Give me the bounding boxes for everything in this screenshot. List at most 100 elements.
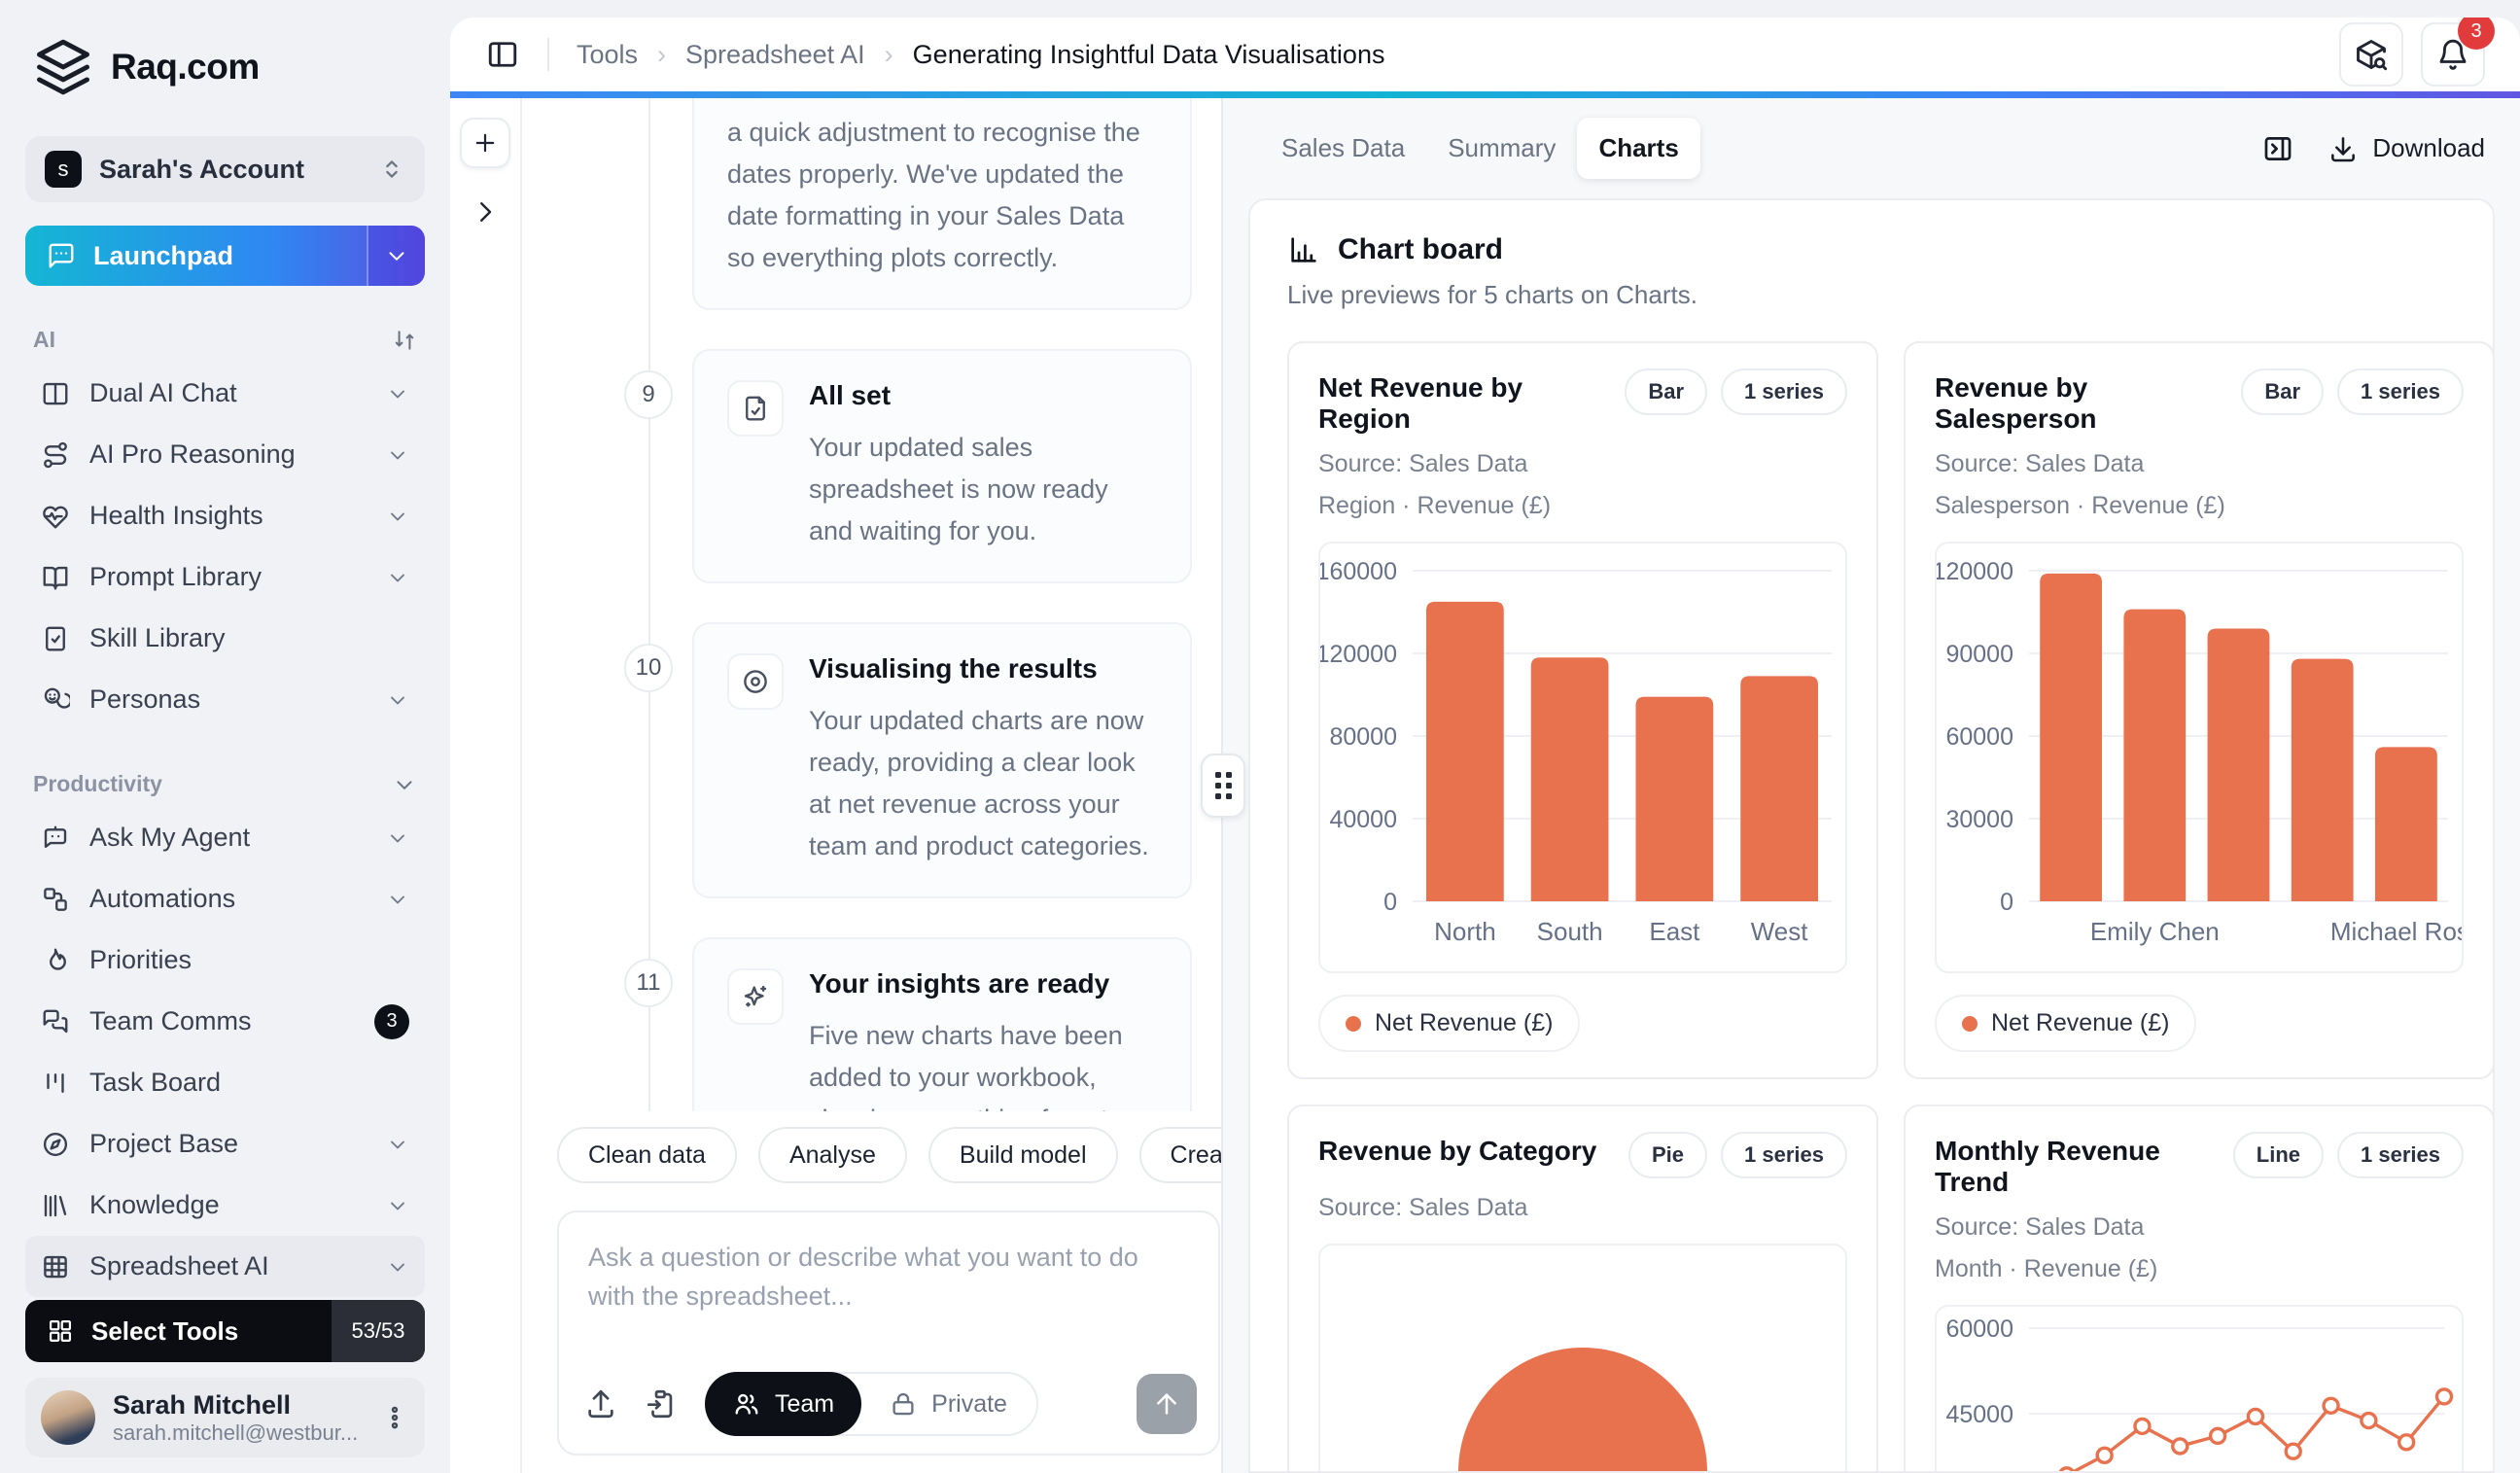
clean-data-button[interactable]: Clean data: [557, 1127, 737, 1183]
svg-text:West: West: [1751, 917, 1809, 946]
message-square-dots-icon: [47, 241, 76, 270]
notification-count-badge: 3: [2458, 18, 2495, 50]
sidebar-item-skill-library[interactable]: Skill Library: [25, 608, 425, 669]
analyse-button[interactable]: Analyse: [758, 1127, 907, 1183]
download-icon: [2328, 133, 2359, 164]
chevron-down-icon: [386, 1255, 409, 1279]
table-icon: [41, 1252, 70, 1281]
svg-text:0: 0: [2000, 889, 2013, 916]
message-body: Five new charts have been added to your …: [809, 1015, 1157, 1111]
tab-sales-data[interactable]: Sales Data: [1260, 118, 1426, 179]
collapse-panel-button[interactable]: [2261, 132, 2294, 165]
chart-card-revenue-by-salesperson[interactable]: Revenue by Salesperson Bar 1 series Sour…: [1904, 341, 2495, 1079]
chart-source: Source: Sales Data: [1935, 450, 2464, 478]
composer-input[interactable]: Ask a question or describe what you want…: [559, 1212, 1218, 1358]
private-toggle-option[interactable]: Private: [859, 1389, 1036, 1419]
arrow-up-icon: [1151, 1388, 1182, 1420]
account-switcher[interactable]: s Sarah's Account: [25, 136, 425, 202]
expand-rail-button[interactable]: [471, 197, 500, 227]
chart-legend: Net Revenue (£): [1318, 995, 1580, 1052]
svg-text:North: North: [1434, 917, 1496, 946]
launchpad-expand-button[interactable]: [367, 226, 425, 286]
upload-button[interactable]: [584, 1387, 617, 1420]
chart-card-monthly-revenue-trend[interactable]: Monthly Revenue Trend Line 1 series Sour…: [1904, 1105, 2495, 1473]
pie-graphic: [1458, 1348, 1707, 1473]
divider: [547, 38, 549, 71]
svg-text:Michael Ross: Michael Ross: [2330, 917, 2462, 946]
page-title: Generating Insightful Data Visualisation…: [913, 40, 1385, 70]
breadcrumb-tools[interactable]: Tools: [577, 40, 638, 70]
build-model-button[interactable]: Build model: [928, 1127, 1118, 1183]
team-toggle-option[interactable]: Team: [705, 1372, 861, 1436]
flame-icon: [41, 946, 70, 975]
kanban-icon: [41, 1069, 70, 1098]
sidebar-item-team-comms[interactable]: Team Comms 3: [25, 991, 425, 1052]
select-tools-button[interactable]: Select Tools 53/53: [25, 1300, 425, 1362]
book-check-icon: [41, 624, 70, 653]
download-button[interactable]: Download: [2328, 133, 2485, 164]
sidebar-item-personas[interactable]: Personas: [25, 669, 425, 730]
svg-text:120000: 120000: [1937, 558, 2013, 585]
masks-icon: [41, 685, 70, 715]
panel-resize-handle[interactable]: [1201, 754, 1245, 818]
sidebar-item-prompt-library[interactable]: Prompt Library: [25, 546, 425, 608]
message-body: a quick adjustment to recognise the date…: [727, 112, 1157, 279]
sidebar-item-knowledge[interactable]: Knowledge: [25, 1175, 425, 1236]
message-title: Visualising the results: [809, 653, 1157, 684]
sort-icon[interactable]: [392, 328, 417, 353]
sidebar-item-health-insights[interactable]: Health Insights: [25, 485, 425, 546]
sidebar-section-ai: AI: [33, 327, 417, 353]
create-dashboard-button[interactable]: Create dashboard: [1139, 1127, 1223, 1183]
sidebar-item-priorities[interactable]: Priorities: [25, 929, 425, 991]
chat-rail: [450, 98, 522, 1473]
svg-text:30000: 30000: [1945, 806, 2013, 833]
launchpad-button[interactable]: Launchpad: [25, 226, 425, 286]
panel-right-icon: [2261, 132, 2294, 165]
notifications-button[interactable]: 3: [2421, 22, 2485, 87]
package-search-button[interactable]: [2339, 22, 2403, 87]
user-profile[interactable]: Sarah Mitchell sarah.mitchell@westbur...: [25, 1378, 425, 1457]
layers-logo-icon: [33, 37, 93, 97]
heart-pulse-icon: [41, 502, 70, 531]
chart-card-revenue-by-category[interactable]: Revenue by Category Pie 1 series Source:…: [1287, 1105, 1878, 1473]
messages-icon: [41, 1007, 70, 1036]
file-check-icon: [727, 380, 784, 437]
brand-name: Raq.com: [111, 47, 260, 88]
sidebar-item-task-board[interactable]: Task Board: [25, 1052, 425, 1113]
chevron-down-icon: [386, 1194, 409, 1217]
clipboard-arrow-icon: [645, 1387, 678, 1420]
tab-summary[interactable]: Summary: [1426, 118, 1577, 179]
visibility-toggle: Team Private: [705, 1372, 1038, 1436]
tab-charts[interactable]: Charts: [1577, 118, 1699, 179]
message-timeline[interactable]: a quick adjustment to recognise the date…: [522, 98, 1221, 1111]
brand: Raq.com: [25, 37, 425, 97]
unread-count-badge: 3: [374, 1004, 409, 1039]
legend-dot: [1346, 1016, 1361, 1032]
sidebar-item-automations[interactable]: Automations: [25, 868, 425, 929]
breadcrumb: Tools › Spreadsheet AI › Generating Insi…: [577, 40, 1384, 70]
account-avatar: s: [45, 151, 82, 188]
svg-text:120000: 120000: [1320, 641, 1397, 668]
paste-data-button[interactable]: [645, 1387, 678, 1420]
sidebar-section-productivity[interactable]: Productivity: [33, 771, 417, 797]
breadcrumb-spreadsheet-ai[interactable]: Spreadsheet AI: [685, 40, 865, 70]
panel-left-toggle-icon[interactable]: [485, 37, 520, 72]
chart-title: Monthly Revenue Trend: [1935, 1132, 2220, 1198]
sidebar-item-spreadsheet-ai[interactable]: Spreadsheet AI: [25, 1236, 425, 1297]
new-chat-button[interactable]: [460, 118, 510, 168]
sidebar-item-ask-my-agent[interactable]: Ask My Agent: [25, 807, 425, 868]
message-step-11: 11 Your insights are ready Five new char…: [522, 937, 1192, 1111]
message-title: All set: [809, 380, 1157, 411]
send-button[interactable]: [1137, 1374, 1197, 1434]
sidebar-item-project-base[interactable]: Project Base: [25, 1113, 425, 1175]
chart-card-net-revenue-by-region[interactable]: Net Revenue by Region Bar 1 series Sourc…: [1287, 341, 1878, 1079]
more-options-icon[interactable]: [380, 1403, 409, 1432]
message-title: Your insights are ready: [809, 968, 1157, 1000]
series-count-badge: 1 series: [1721, 368, 1847, 415]
sidebar-item-dual-ai-chat[interactable]: Dual AI Chat: [25, 363, 425, 424]
sidebar-item-ai-pro-reasoning[interactable]: AI Pro Reasoning: [25, 424, 425, 485]
workbook-panel: Sales Data Summary Charts Download: [1223, 98, 2520, 1473]
main-header: Tools › Spreadsheet AI › Generating Insi…: [450, 18, 2520, 91]
workflow-icon: [41, 885, 70, 914]
grip-dots-icon: [1215, 772, 1232, 799]
